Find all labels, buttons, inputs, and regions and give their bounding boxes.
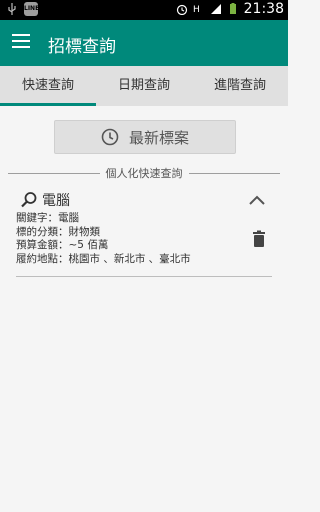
tab-date-search[interactable]: 日期查詢 (96, 66, 192, 106)
saved-query-header: 電腦 (20, 190, 70, 210)
tab-quick-search[interactable]: 快速查詢 (0, 66, 96, 106)
alarm-icon (176, 4, 187, 15)
tab-advanced-search[interactable]: 進階查詢 (192, 66, 288, 106)
tab-bar: 快速查詢 日期查詢 進階查詢 (0, 66, 288, 106)
search-icon (21, 192, 37, 208)
saved-query-card[interactable]: 電腦 關鍵字：電腦 標的分類：財物類 預算金額：~5 佰萬 履約地點：桃園市 、… (16, 188, 272, 277)
line-app-icon: LINE (24, 2, 39, 16)
saved-query-title: 電腦 (42, 193, 70, 209)
detail-keyword: 關鍵字：電腦 (16, 212, 79, 224)
clock-icon (101, 128, 119, 146)
detail-location: 履約地點：桃園市 、新北市 、臺北市 (16, 252, 191, 265)
latest-tenders-button[interactable]: 最新標案 (54, 120, 236, 154)
data-signal-icon: H (193, 5, 200, 15)
section-label: 個人化快速查詢 (105, 167, 183, 180)
trash-icon[interactable] (252, 230, 266, 248)
saved-query-details: 關鍵字：電腦 標的分類：財物類 預算金額：~5 佰萬 履約地點：桃園市 、新北市… (16, 212, 191, 266)
app-bar: 招標查詢 (0, 20, 288, 66)
svg-text:H: H (193, 5, 200, 15)
detail-budget: 預算金額：~5 佰萬 (16, 239, 109, 251)
status-bar: LINE H 21:38 (0, 0, 288, 20)
latest-tenders-label: 最新標案 (128, 128, 189, 147)
clock: 21:38 (243, 1, 284, 17)
divider-line-right (188, 172, 280, 174)
app-title: 招標查詢 (48, 37, 116, 57)
chevron-up-icon[interactable] (248, 194, 266, 206)
menu-icon[interactable] (12, 34, 30, 48)
battery-icon (229, 3, 236, 14)
divider-line-left (8, 172, 100, 174)
detail-category: 標的分類：財物類 (16, 225, 100, 238)
usb-icon (8, 3, 16, 15)
section-divider: 個人化快速查詢 (8, 164, 280, 182)
signal-strength-icon (210, 4, 221, 14)
